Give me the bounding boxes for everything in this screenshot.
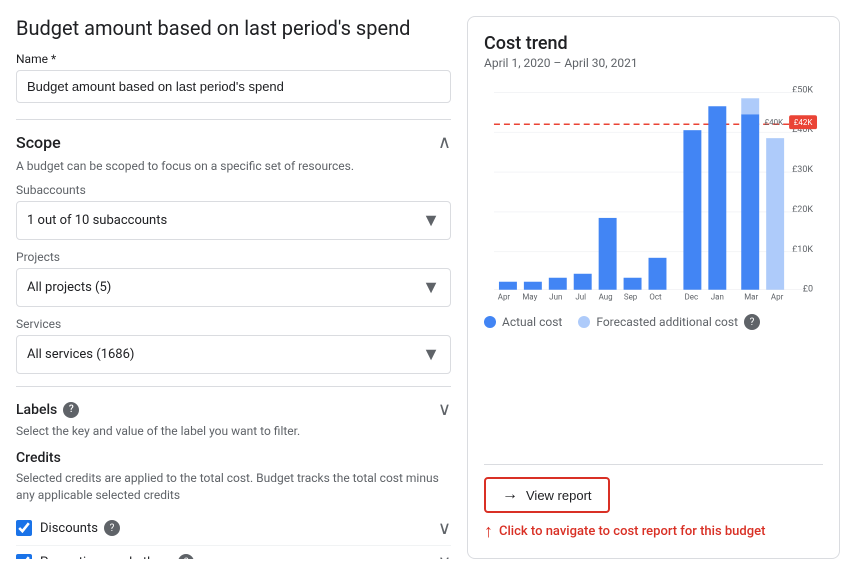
labels-chevron: ∨	[438, 399, 451, 420]
projects-label: Projects	[16, 250, 451, 264]
legend-forecasted-dot	[578, 316, 590, 328]
budget-name-input[interactable]	[16, 70, 451, 103]
right-panel: Cost trend April 1, 2020 – April 30, 202…	[467, 16, 840, 559]
svg-text:Apr: Apr	[771, 293, 784, 302]
left-panel: Budget amount based on last period's spe…	[16, 16, 451, 559]
credits-section: Credits Selected credits are applied to …	[16, 450, 451, 559]
credit-item-promotions: Promotions and others ? ∨	[16, 546, 451, 559]
legend-actual-dot	[484, 316, 496, 328]
credits-description: Selected credits are applied to the tota…	[16, 470, 451, 504]
subaccounts-label: Subaccounts	[16, 183, 451, 197]
svg-text:Mar: Mar	[744, 293, 758, 302]
svg-text:£42K: £42K	[794, 118, 813, 127]
name-label: Name *	[16, 52, 451, 66]
subaccounts-field: Subaccounts 1 out of 10 subaccounts ▼	[16, 183, 451, 240]
cost-trend-chart: £50K £40K £30K £20K £10K £0 £42K £40K	[484, 82, 823, 302]
legend-forecasted: Forecasted additional cost ?	[578, 314, 760, 330]
promotions-label: Promotions and others	[40, 555, 172, 559]
chart-title: Cost trend	[484, 33, 823, 54]
callout-text-area: ↑ Click to navigate to cost report for t…	[484, 521, 823, 542]
chart-date-range: April 1, 2020 – April 30, 2021	[484, 56, 823, 70]
svg-text:Jul: Jul	[575, 293, 586, 302]
discounts-checkbox[interactable]	[16, 520, 32, 536]
svg-text:£10K: £10K	[792, 245, 813, 255]
svg-text:£0: £0	[803, 285, 813, 295]
callout-arrow-icon: ↑	[484, 521, 493, 542]
legend-actual: Actual cost	[484, 315, 562, 329]
labels-section: Labels ? ∨ Select the key and value of t…	[16, 386, 451, 438]
legend-actual-label: Actual cost	[502, 315, 562, 329]
services-label: Services	[16, 317, 451, 331]
view-report-area: → View report ↑ Click to navigate to cos…	[484, 464, 823, 542]
discounts-chevron: ∨	[438, 518, 451, 539]
svg-text:£30K: £30K	[792, 165, 813, 175]
labels-help-icon[interactable]: ?	[63, 402, 79, 418]
svg-text:Aug: Aug	[599, 293, 613, 302]
scope-section: Scope ∧ A budget can be scoped to focus …	[16, 119, 451, 374]
credit-item-discounts: Discounts ? ∨	[16, 512, 451, 546]
services-select[interactable]: All services (1686) ▼	[16, 335, 451, 374]
svg-text:£40K: £40K	[765, 118, 784, 127]
view-report-arrow-icon: →	[502, 486, 518, 504]
labels-hint: Select the key and value of the label yo…	[16, 424, 451, 438]
scope-chevron: ∧	[438, 132, 451, 153]
credits-title: Credits	[16, 450, 451, 466]
svg-text:Apr: Apr	[498, 293, 511, 302]
svg-text:£50K: £50K	[792, 85, 813, 95]
scope-title: Scope	[16, 133, 61, 152]
svg-text:Jun: Jun	[549, 293, 562, 302]
legend-help-icon[interactable]: ?	[744, 314, 760, 330]
projects-select[interactable]: All projects (5) ▼	[16, 268, 451, 307]
page-title: Budget amount based on last period's spe…	[16, 16, 451, 40]
legend-forecasted-label: Forecasted additional cost	[596, 315, 738, 329]
promotions-help-icon[interactable]: ?	[178, 554, 194, 559]
chart-area: £50K £40K £30K £20K £10K £0 £42K £40K	[484, 82, 823, 452]
scope-description: A budget can be scoped to focus on a spe…	[16, 159, 451, 173]
services-field: Services All services (1686) ▼	[16, 317, 451, 374]
subaccounts-arrow-icon: ▼	[422, 210, 440, 231]
discounts-label: Discounts	[40, 521, 98, 536]
discounts-help-icon[interactable]: ?	[104, 520, 120, 536]
services-arrow-icon: ▼	[422, 344, 440, 365]
view-report-button[interactable]: → View report	[484, 477, 610, 513]
svg-text:May: May	[522, 293, 537, 302]
labels-header[interactable]: Labels ? ∨	[16, 399, 451, 420]
svg-text:£20K: £20K	[792, 205, 813, 215]
scope-header[interactable]: Scope ∧	[16, 132, 451, 153]
name-field-group: Name *	[16, 52, 451, 103]
svg-text:Jan: Jan	[711, 293, 724, 302]
callout-message: Click to navigate to cost report for thi…	[499, 524, 765, 539]
promotions-chevron: ∨	[438, 552, 451, 559]
svg-text:Dec: Dec	[685, 293, 699, 302]
svg-text:Sep: Sep	[624, 293, 638, 302]
projects-field: Projects All projects (5) ▼	[16, 250, 451, 307]
promotions-checkbox[interactable]	[16, 554, 32, 559]
labels-title-text: Labels	[16, 402, 57, 418]
svg-text:Oct: Oct	[649, 293, 662, 302]
subaccounts-select[interactable]: 1 out of 10 subaccounts ▼	[16, 201, 451, 240]
chart-legend: Actual cost Forecasted additional cost ?	[484, 314, 823, 330]
view-report-label: View report	[526, 488, 592, 503]
projects-arrow-icon: ▼	[422, 277, 440, 298]
